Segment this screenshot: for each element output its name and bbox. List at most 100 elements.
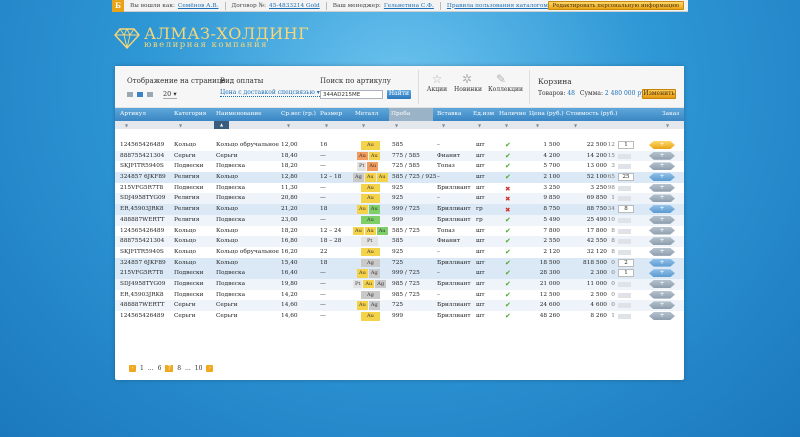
quantity-input[interactable] [618, 239, 631, 245]
quantity-input[interactable] [618, 164, 631, 170]
add-to-order-button[interactable]: + [649, 205, 675, 214]
new-button[interactable]: ✲ Новинки [454, 72, 482, 93]
sort-icon[interactable]: ▼ [666, 123, 669, 128]
quantity-input[interactable]: 1 [618, 269, 634, 278]
quantity-input[interactable]: 8 [618, 205, 634, 214]
prev-page-button[interactable]: ‹ [129, 365, 136, 372]
sort-icon-active[interactable]: ▲ [214, 121, 230, 129]
collections-button[interactable]: ✎ Коллекции [488, 72, 523, 93]
col-insert[interactable]: Вставка [437, 111, 462, 117]
col-weight[interactable]: Ср.вес (гр.) [281, 111, 316, 117]
table-row[interactable]: 888755421304 Серьги Серьги 18,40 — 775 / 585 Ф… [115, 150, 684, 162]
table-row[interactable]: SDJ4958TYG09 Религия Подвеска 20,80 — 925 – шт 9… [115, 193, 684, 205]
sort-icon[interactable]: ▼ [287, 123, 290, 128]
sort-icon[interactable]: ▼ [125, 123, 128, 128]
table-row[interactable]: 324857 6JKF89 Кольцо Кольцо 15,40 18 725 Брилл… [115, 257, 684, 269]
table-row[interactable]: ER,45903JRK8 Религия Кольцо 21,20 18 999 / 72… [115, 204, 684, 215]
table-row[interactable]: 324857 6JKF89 Религия Кольцо 12,80 12 – 18 58… [115, 172, 684, 183]
quantity-input[interactable] [618, 228, 631, 234]
contract-link[interactable]: 45-4833214 Gold [269, 3, 320, 9]
col-category[interactable]: Категория [174, 111, 206, 117]
add-to-order-button[interactable]: + [649, 183, 675, 192]
add-to-order-button[interactable]: + [649, 215, 675, 224]
add-to-order-button[interactable]: + [649, 301, 675, 310]
payment-select[interactable]: Цена с доставкой спецсвязью ▾ [220, 89, 320, 97]
table-row[interactable]: 488887WERTT Серьги Серьги 14,60 — 725 Бриллиан… [115, 300, 684, 311]
col-probe[interactable]: Проба [389, 108, 433, 121]
per-page-select[interactable]: 20 ▾ [163, 90, 177, 99]
add-to-order-button[interactable]: + [649, 141, 675, 149]
home-icon[interactable]: Б [112, 0, 124, 12]
quantity-input[interactable] [618, 217, 631, 223]
col-unit[interactable]: Ед.изм [473, 111, 494, 117]
manager-link[interactable]: Гельветина С.Ф. [384, 3, 434, 9]
sort-icon[interactable]: ▼ [478, 123, 481, 128]
add-to-order-button[interactable]: + [649, 237, 675, 246]
quantity-input[interactable]: 25 [618, 173, 634, 182]
quantity-input[interactable]: 1 [618, 141, 634, 149]
add-to-order-button[interactable]: + [649, 269, 675, 278]
table-row[interactable]: 888755421304 Кольцо Кольцо 16,80 18 – 28 585 Ф… [115, 236, 684, 247]
brand-logo[interactable]: АЛМАЗ-ХОЛДИНГ ювелирная компания [113, 26, 309, 50]
col-article[interactable]: Артикул [120, 111, 146, 117]
quantity-input[interactable] [618, 314, 631, 319]
page-link[interactable]: 10 [195, 365, 203, 372]
sort-icon[interactable]: ▼ [442, 123, 445, 128]
user-name-link[interactable]: Семёнов А.В. [178, 3, 219, 9]
sort-icon[interactable]: ▼ [505, 123, 508, 128]
add-to-order-button[interactable]: + [649, 194, 675, 203]
table-row[interactable]: SDJ4958TYG09 Подвески Подвеска 19,80 — 985 / … [115, 278, 684, 290]
page-link[interactable]: 6 [158, 365, 162, 372]
table-row[interactable]: SKJFITR5940S Подвески Подвеска 18,20 — 725 / … [115, 161, 684, 172]
search-button[interactable]: Найти [387, 90, 411, 99]
add-to-order-button[interactable]: + [649, 258, 675, 267]
next-page-button[interactable]: › [206, 365, 214, 372]
quantity-input[interactable]: 2 [618, 258, 634, 267]
col-stock[interactable]: Наличие [499, 111, 526, 117]
page-link[interactable]: 8 [177, 365, 181, 372]
col-name[interactable]: Наименование [216, 111, 262, 117]
add-to-order-button[interactable]: + [649, 151, 675, 160]
sort-icon[interactable]: ▼ [325, 123, 328, 128]
add-to-order-button[interactable]: + [649, 247, 675, 256]
sort-icon[interactable]: ▼ [362, 123, 365, 128]
sort-icon[interactable]: ▼ [395, 123, 398, 128]
table-row[interactable]: SKJFITR5940S Кольцо Кольцо обручальное 16,2… [115, 247, 684, 258]
list-view-icon[interactable] [127, 92, 133, 97]
search-input[interactable]: 344AD215ME [320, 90, 383, 99]
sort-icon[interactable]: ▼ [179, 123, 182, 128]
quantity-input[interactable] [618, 185, 631, 191]
actions-button[interactable]: ☆ Акции [424, 72, 450, 93]
sort-icon[interactable]: ▼ [574, 123, 577, 128]
rules-link[interactable]: Правила пользования каталогом [447, 3, 548, 9]
sort-icon[interactable]: ▼ [536, 123, 539, 128]
quantity-input[interactable] [618, 196, 631, 202]
table-row[interactable]: 124565426489 Кольцо Кольцо обручальное 12,0… [115, 140, 684, 151]
edit-profile-button[interactable]: Редактировать персональную информацию [547, 1, 684, 10]
col-cost[interactable]: Стоимость (руб.) [566, 111, 617, 117]
col-metal[interactable]: Металл [355, 111, 378, 117]
add-to-order-button[interactable]: + [649, 226, 675, 235]
add-to-order-button[interactable]: + [649, 290, 675, 299]
table-row[interactable]: 124565426489 Кольцо Кольцо 18,20 12 – 24 585 … [115, 226, 684, 237]
add-to-order-button[interactable]: + [649, 312, 675, 320]
table-row[interactable]: 488887WERTT Религия Подвеска 23,00 — 999 Брилл… [115, 214, 684, 226]
grid-view-icon[interactable] [147, 92, 153, 97]
table-row[interactable]: 215VFG5R7T8 Подвески Подвеска 11,30 — 925 Брил… [115, 183, 684, 194]
quantity-input[interactable] [618, 303, 631, 309]
change-cart-button[interactable]: Изменить [642, 89, 676, 99]
table-view-icon[interactable] [137, 92, 143, 97]
quantity-input[interactable] [618, 292, 631, 298]
table-row[interactable]: 215VFG5R7T8 Подвески Подвеска 16,40 — 999 / 7… [115, 268, 684, 279]
quantity-input[interactable] [618, 153, 631, 159]
col-price[interactable]: Цена (руб.) [529, 111, 564, 117]
add-to-order-button[interactable]: + [649, 279, 675, 288]
quantity-input[interactable] [618, 281, 631, 287]
table-row[interactable]: ER,45903JRK8 Подвески Подвеска 14,20 — 985 / … [115, 290, 684, 301]
table-row[interactable]: 124565426489 Серьги Серьги 14,60 — 999 Бриллиа… [115, 311, 684, 322]
col-order[interactable]: Заказ [662, 111, 679, 117]
add-to-order-button[interactable]: + [649, 173, 675, 182]
quantity-input[interactable] [618, 249, 631, 255]
page-link[interactable]: 1 [140, 365, 144, 372]
add-to-order-button[interactable]: + [649, 162, 675, 171]
